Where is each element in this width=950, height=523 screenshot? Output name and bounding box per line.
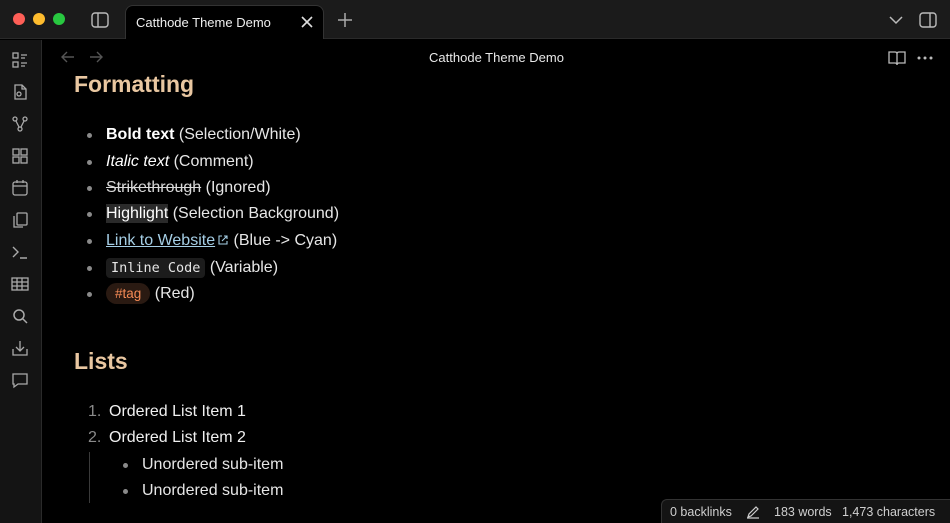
external-link-icon	[217, 231, 229, 245]
templates-icon[interactable]	[11, 211, 29, 229]
more-options-icon[interactable]	[916, 49, 934, 67]
heading-formatting: Formatting	[74, 71, 195, 97]
close-icon[interactable]	[299, 14, 315, 30]
list-item: #tag (Red)	[87, 283, 195, 305]
italic-text: Italic text	[106, 153, 170, 170]
heading-lists: Lists	[74, 348, 128, 374]
list-item: Inline Code (Variable)	[86, 257, 279, 279]
item-note: (Blue -> Cyan)	[233, 232, 338, 249]
status-bar: 0 backlinks 183 words 1,473 characters	[661, 499, 950, 523]
title-bar: Catthode Theme Demo	[0, 0, 950, 39]
graph-view-icon[interactable]	[11, 115, 29, 133]
ordered-list-item: 2. Ordered List Item 2	[88, 427, 246, 449]
item-note: (Variable)	[209, 259, 279, 276]
close-window-button[interactable]	[13, 13, 25, 25]
sub-list-item: Unordered sub-item	[122, 480, 284, 502]
command-palette-icon[interactable]	[11, 243, 29, 261]
backlinks-count[interactable]: 0 backlinks	[670, 505, 732, 519]
new-tab-icon[interactable]	[335, 10, 355, 30]
edit-pencil-icon[interactable]	[746, 505, 760, 519]
website-link[interactable]: Link to Website	[106, 232, 215, 249]
canvas-icon[interactable]	[11, 147, 29, 165]
inline-code: Inline Code	[106, 258, 206, 278]
list-item: Highlight (Selection Background)	[86, 203, 340, 225]
editor-content[interactable]: Formatting Bold text (Selection/White) I…	[43, 71, 950, 523]
list-item: Strikethrough (Ignored)	[87, 177, 271, 199]
view-title[interactable]: Catthode Theme Demo	[43, 50, 950, 65]
character-count: 1,473 characters	[842, 505, 936, 519]
chevron-down-icon[interactable]	[886, 10, 906, 30]
daily-note-icon[interactable]	[11, 179, 29, 197]
strikethrough-text: Strikethrough	[106, 179, 202, 196]
list-item: Bold text (Selection/White)	[87, 124, 301, 146]
item-note: (Ignored)	[205, 179, 271, 196]
search-icon[interactable]	[11, 307, 29, 325]
item-note: (Selection Background)	[172, 205, 340, 222]
import-icon[interactable]	[11, 339, 29, 357]
left-ribbon	[0, 40, 42, 523]
reading-view-icon[interactable]	[888, 49, 906, 67]
file-explorer-icon[interactable]	[11, 51, 29, 69]
indent-guide	[89, 452, 90, 503]
word-count: 183 words	[774, 505, 832, 519]
chat-icon[interactable]	[11, 371, 29, 389]
list-item-text: Ordered List Item 1	[109, 403, 246, 420]
sidebar-toggle-icon[interactable]	[90, 10, 110, 30]
list-item-text: Unordered sub-item	[142, 456, 284, 473]
minimize-window-button[interactable]	[33, 13, 45, 25]
item-note: (Comment)	[173, 153, 254, 170]
list-item-text: Unordered sub-item	[142, 482, 284, 499]
highlight-text: Highlight	[106, 204, 169, 223]
item-note: (Red)	[154, 285, 195, 302]
right-sidebar-icon[interactable]	[918, 10, 938, 30]
item-note: (Selection/White)	[178, 126, 301, 143]
list-item: Italic text (Comment)	[87, 151, 254, 173]
ordered-list-item: 1. Ordered List Item 1	[88, 401, 246, 423]
bold-text: Bold text	[106, 126, 175, 143]
tag-pill[interactable]: #tag	[106, 283, 151, 304]
list-item: Link to Website (Blue -> Cyan)	[86, 230, 338, 252]
list-number: 2.	[88, 429, 102, 446]
table-icon[interactable]	[11, 275, 29, 293]
sub-list-item: Unordered sub-item	[122, 454, 284, 476]
tab-title: Catthode Theme Demo	[136, 15, 271, 30]
open-file-icon[interactable]	[11, 83, 29, 101]
zoom-window-button[interactable]	[53, 13, 65, 25]
tab-catthode-theme-demo[interactable]: Catthode Theme Demo	[125, 5, 324, 39]
list-number: 1.	[88, 403, 102, 420]
list-item-text: Ordered List Item 2	[109, 429, 246, 446]
